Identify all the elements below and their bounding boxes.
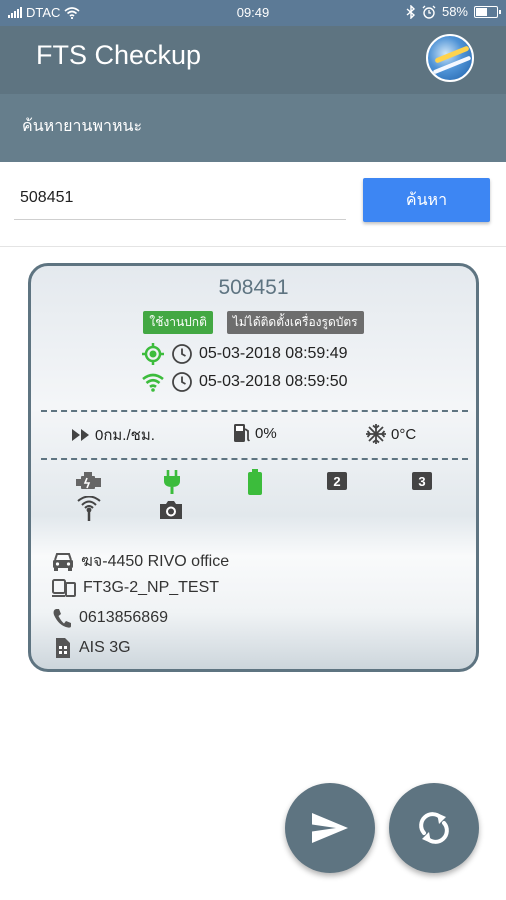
clock-icon: [172, 344, 192, 364]
antenna-icon: [77, 496, 101, 521]
gps-time-row: 05-03-2018 08:59:49: [141, 342, 348, 366]
device-model: FT3G-2_NP_TEST: [83, 579, 220, 596]
gprs-time-row: 05-03-2018 08:59:50: [141, 371, 348, 393]
search-button[interactable]: ค้นหา: [363, 178, 490, 222]
battery-status-icon: [474, 5, 501, 18]
speed-value: 0กม./ชม.: [95, 427, 155, 444]
fuel-pump-icon: [234, 424, 250, 442]
dashed-divider: [41, 458, 468, 460]
dashed-divider: [41, 410, 468, 412]
send-button[interactable]: [285, 783, 375, 873]
app-bar: FTS Checkup: [0, 26, 506, 94]
alarm-icon: [422, 5, 436, 19]
status-badges: ใช้งานปกติ ไม่ได้ติดตั้งเครื่องรูดบัตร: [31, 311, 476, 334]
app-title: FTS Checkup: [36, 40, 202, 70]
speed-stat: 0กม./ชม.: [71, 423, 155, 447]
vehicle-card[interactable]: 508451 ใช้งานปกติ ไม่ได้ติดตั้งเครื่องรู…: [28, 263, 479, 672]
temperature-value: 0°C: [391, 425, 417, 443]
sim-card-icon: [56, 638, 70, 658]
fast-forward-icon: [72, 429, 89, 441]
status-badge-card-reader: ไม่ได้ติดตั้งเครื่องรูดบัตร: [226, 311, 364, 334]
battery-icon: [248, 469, 262, 495]
status-right: 58%: [406, 4, 501, 19]
battery-percent: 58%: [441, 4, 468, 19]
company-logo-icon[interactable]: [426, 34, 474, 82]
refresh-button[interactable]: [389, 783, 479, 873]
sim-type: AIS 3G: [79, 639, 131, 656]
wifi-icon: [142, 373, 164, 392]
phone-row: 0613856869: [51, 607, 168, 629]
vehicle-plate: 508451: [218, 276, 289, 299]
sim-row: AIS 3G: [51, 637, 131, 659]
status-badge-normal: ใช้งานปกติ: [143, 311, 213, 334]
phone-number: 0613856869: [79, 609, 168, 626]
camera-icon: [160, 501, 182, 519]
search-input[interactable]: [14, 176, 346, 220]
gps-time: 05-03-2018 08:59:49: [199, 345, 348, 362]
box-3-icon: 3: [412, 472, 432, 490]
device-icon: [52, 579, 76, 597]
search-section-label: ค้นหายานพาหนะ: [22, 118, 143, 135]
gps-target-icon: [142, 343, 164, 365]
temperature-stat: 0°C: [365, 423, 416, 445]
bluetooth-icon: [406, 4, 415, 19]
clock-icon: [172, 372, 192, 392]
fuel-stat: 0%: [233, 423, 277, 443]
refresh-icon: [419, 812, 449, 844]
status-bar: DTAC 09:49 58%: [0, 0, 506, 26]
divider: [0, 246, 506, 247]
box-2-icon: 2: [327, 472, 347, 490]
search-row: ค้นหา: [0, 162, 506, 246]
car-icon: [53, 552, 73, 571]
send-icon: [312, 813, 348, 843]
vehicle-name: ฆจ-4450 RIVO office: [81, 553, 230, 570]
engine-icon: [76, 472, 101, 489]
snowflake-icon: [366, 424, 386, 444]
plug-icon: [164, 470, 180, 494]
fuel-value: 0%: [255, 424, 277, 442]
vehicle-name-row: ฆจ-4450 RIVO office: [51, 549, 229, 574]
search-section-header: ค้นหายานพาหนะ: [0, 94, 506, 162]
device-row: FT3G-2_NP_TEST: [51, 578, 219, 598]
app-screen: DTAC 09:49 58% FTS Checkup ค้นหายานพาหนะ…: [0, 0, 506, 900]
gprs-time: 05-03-2018 08:59:50: [199, 373, 348, 390]
phone-icon: [53, 609, 71, 628]
